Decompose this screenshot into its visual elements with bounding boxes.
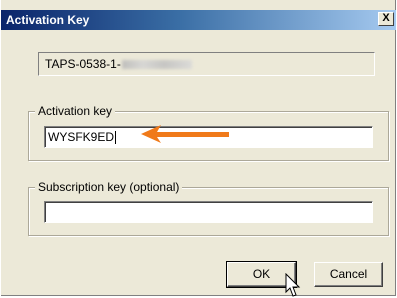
product-id-field: TAPS-0538-1- [38, 52, 375, 76]
arrow-cursor-icon [285, 273, 301, 297]
activation-key-dialog: Activation Key X TAPS-0538-1- Activation… [0, 0, 397, 298]
title-bar[interactable]: Activation Key X [1, 10, 396, 30]
product-id-text: TAPS-0538-1- [45, 57, 121, 71]
cancel-button[interactable]: Cancel [314, 262, 383, 287]
dialog-frame: Activation Key X TAPS-0538-1- Activation… [1, 0, 396, 297]
subscription-key-group: Subscription key (optional) [28, 180, 389, 236]
activation-key-label: Activation key [35, 104, 116, 118]
subscription-key-input[interactable] [44, 201, 373, 223]
activation-key-value: WYSFK9ED [48, 130, 115, 144]
close-button[interactable]: X [378, 12, 394, 26]
subscription-key-label: Subscription key (optional) [35, 180, 183, 194]
redacted-product-id [121, 60, 192, 70]
orange-arrow-icon [141, 125, 229, 143]
window-title: Activation Key [6, 13, 90, 27]
text-caret [115, 131, 117, 145]
